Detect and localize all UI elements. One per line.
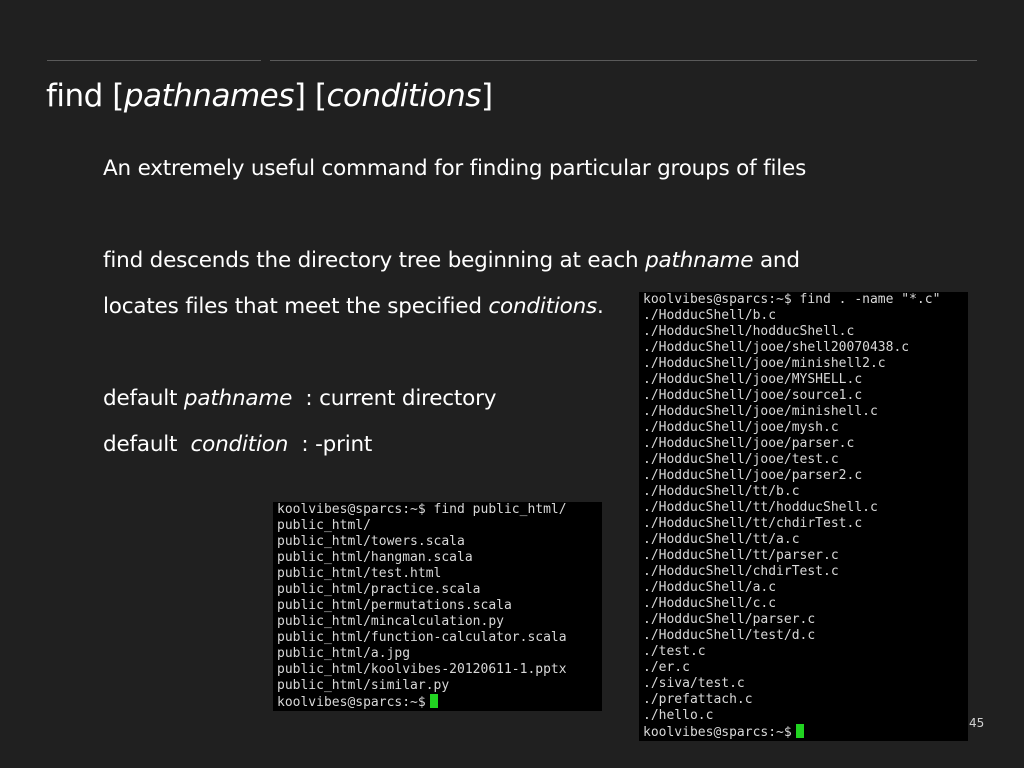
explanation-text: . [597, 294, 604, 319]
terminal-line: ./HodducShell/b.c [643, 308, 777, 323]
terminal-line: ./HodducShell/tt/chdirTest.c [643, 516, 863, 531]
terminal-line: ./HodducShell/c.c [643, 596, 777, 611]
terminal-cursor [795, 724, 804, 738]
terminal-line: ./HodducShell/tt/a.c [643, 532, 800, 547]
terminal-line: ./HodducShell/jooe/MYSHELL.c [643, 372, 863, 387]
explanation-emphasis: conditions [488, 294, 598, 319]
explanation-text: locates files that meet the specified [103, 294, 489, 319]
default-pathname-line: default pathname : current directory [103, 386, 496, 411]
explanation-emphasis: pathname [645, 248, 754, 273]
terminal-line: public_html/mincalculation.py [277, 614, 504, 629]
terminal-line: ./prefattach.c [643, 692, 753, 707]
terminal-output: koolvibes@sparcs:~$ find . -name "*.c" ./… [643, 292, 964, 724]
terminal-output: koolvibes@sparcs:~$ find public_html/pub… [277, 502, 598, 694]
terminal-line: ./HodducShell/hodducShell.c [643, 324, 855, 339]
terminal-line: public_html/practice.scala [277, 582, 481, 597]
title-bracket: ] [480, 78, 493, 114]
terminal-line: public_html/test.html [277, 566, 442, 581]
top-rule-right [270, 60, 977, 61]
title-bracket: [ [112, 78, 124, 114]
terminal-line: ./HodducShell/jooe/mysh.c [643, 420, 839, 435]
terminal-prompt-line: koolvibes@sparcs:~$ [643, 724, 964, 740]
title-bracket: [ [314, 78, 327, 114]
terminal-line: public_html/hangman.scala [277, 550, 473, 565]
title-bracket: ] [293, 78, 306, 114]
explanation-text: find descends the directory tree beginni… [103, 248, 646, 273]
terminal-line: ./HodducShell/jooe/minishell2.c [643, 356, 886, 371]
default-label: default [103, 432, 191, 457]
terminal-line: ./HodducShell/parser.c [643, 612, 816, 627]
find-explanation-line2: locates files that meet the specified co… [103, 294, 604, 319]
default-label: default [103, 386, 184, 411]
explanation-text: and [753, 248, 800, 273]
slide-title: find [pathnames] [conditions] [46, 78, 493, 114]
terminal-line: ./HodducShell/jooe/test.c [643, 452, 839, 467]
terminal-line: ./HodducShell/chdirTest.c [643, 564, 839, 579]
terminal-line: ./test.c [643, 644, 706, 659]
title-gap [305, 78, 314, 114]
title-conditions: conditions [326, 78, 481, 114]
terminal-line: ./HodducShell/jooe/source1.c [643, 388, 863, 403]
terminal-find-name-c: koolvibes@sparcs:~$ find . -name "*.c" ./… [639, 292, 968, 741]
terminal-line: public_html/towers.scala [277, 534, 465, 549]
terminal-line: public_html/similar.py [277, 678, 450, 693]
terminal-find-public-html: koolvibes@sparcs:~$ find public_html/pub… [273, 502, 602, 711]
terminal-prompt: koolvibes@sparcs:~$ [277, 695, 426, 710]
description-line: An extremely useful command for finding … [103, 156, 806, 181]
page-number: 45 [969, 716, 985, 730]
terminal-line: public_html/koolvibes-20120611-1.pptx [277, 662, 567, 677]
terminal-line: ./HodducShell/jooe/parser2.c [643, 468, 863, 483]
title-pathnames: pathnames [123, 78, 295, 114]
find-explanation-line1: find descends the directory tree beginni… [103, 248, 800, 273]
default-pathname-term: pathname [183, 386, 293, 411]
terminal-line: ./HodducShell/test/d.c [643, 628, 816, 643]
default-condition-term: condition [190, 432, 289, 457]
terminal-cursor [429, 694, 438, 708]
description-text: An extremely useful command for finding … [103, 156, 807, 181]
default-condition-line: default condition : -print [103, 432, 372, 457]
terminal-line: ./HodducShell/jooe/shell20070438.c [643, 340, 910, 355]
terminal-line: ./hello.c [643, 708, 714, 723]
terminal-line: ./HodducShell/tt/parser.c [643, 548, 839, 563]
top-rule-left [47, 60, 261, 61]
default-pathname-value: : current directory [292, 386, 497, 411]
terminal-line: public_html/permutations.scala [277, 598, 512, 613]
default-condition-value: : -print [288, 432, 373, 457]
terminal-line: ./HodducShell/jooe/parser.c [643, 436, 855, 451]
terminal-line: public_html/a.jpg [277, 646, 411, 661]
terminal-line: ./HodducShell/tt/hodducShell.c [643, 500, 878, 515]
terminal-line: koolvibes@sparcs:~$ find . -name "*.c" [643, 292, 941, 307]
terminal-line: ./HodducShell/a.c [643, 580, 777, 595]
terminal-prompt-line: koolvibes@sparcs:~$ [277, 694, 598, 710]
terminal-line: ./er.c [643, 660, 690, 675]
terminal-line: public_html/ [277, 518, 371, 533]
terminal-line: ./HodducShell/jooe/minishell.c [643, 404, 878, 419]
terminal-line: ./HodducShell/tt/b.c [643, 484, 800, 499]
title-command: find [46, 78, 113, 114]
terminal-line: public_html/function-calculator.scala [277, 630, 567, 645]
terminal-prompt: koolvibes@sparcs:~$ [643, 725, 792, 740]
terminal-line: ./siva/test.c [643, 676, 745, 691]
terminal-line: koolvibes@sparcs:~$ find public_html/ [277, 502, 567, 517]
